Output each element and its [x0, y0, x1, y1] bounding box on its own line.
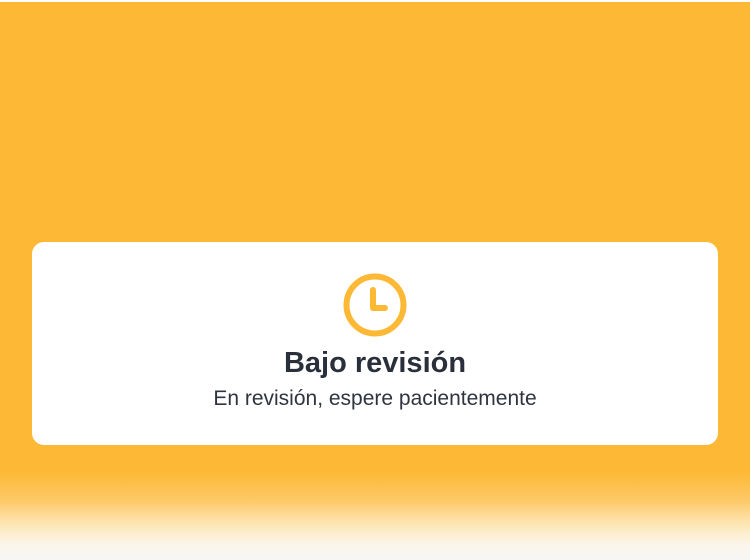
review-status-screen: Bajo revisión En revisión, espere pacien… [0, 0, 750, 560]
review-status-card: Bajo revisión En revisión, espere pacien… [32, 242, 718, 445]
status-title: Bajo revisión [283, 347, 467, 379]
status-message: En revisión, espere pacientemente [213, 387, 537, 410]
clock-icon [343, 273, 407, 337]
